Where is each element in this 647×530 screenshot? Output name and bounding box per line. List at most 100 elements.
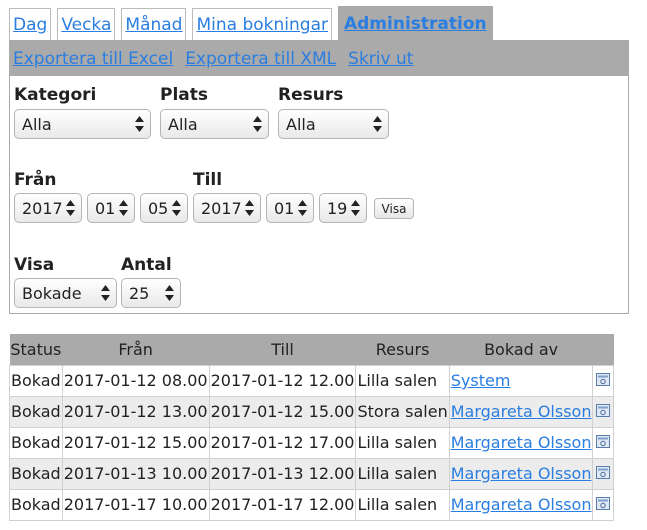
till-year-value: 2017 xyxy=(201,198,242,218)
resource-header: Resurs xyxy=(355,334,450,365)
fran-label: Från xyxy=(14,170,57,190)
admin-panel: Exportera till Excel Exportera till XML … xyxy=(9,40,629,314)
resurs-label: Resurs xyxy=(278,85,344,105)
visa-value: Bokade xyxy=(22,283,82,303)
kategori-value: Alla xyxy=(22,114,52,134)
antal-label: Antal xyxy=(121,255,172,275)
table-row: Bokad 2017-01-12 15.00 2017-01-12 17.00 … xyxy=(9,426,615,459)
from-cell: 2017-01-13 10.00 xyxy=(61,457,210,490)
booked-by-cell: Margareta Olsson xyxy=(448,488,594,521)
icon-header xyxy=(592,334,614,365)
bookings-table: Status Från Till Resurs Bokad av Bokad 2… xyxy=(9,334,615,521)
till-label: Till xyxy=(193,170,223,190)
till-day-select[interactable]: 19 xyxy=(319,193,367,223)
till-month-value: 01 xyxy=(274,198,295,218)
select-arrows-icon xyxy=(135,116,144,132)
booked-by-cell: System xyxy=(448,364,594,397)
from-header: Från xyxy=(62,334,210,365)
to-cell: 2017-01-13 12.00 xyxy=(208,457,357,490)
table-row: Bokad 2017-01-17 10.00 2017-01-17 12.00 … xyxy=(9,488,615,521)
tab-mina-bokningar[interactable]: Mina bokningar xyxy=(192,8,332,41)
export-link-bar: Exportera till Excel Exportera till XML … xyxy=(10,41,628,76)
table-row: Bokad 2017-01-12 08.00 2017-01-12 12.00 … xyxy=(9,364,615,397)
status-cell: Bokad xyxy=(9,426,63,459)
tab-vecka[interactable]: Vecka xyxy=(57,8,116,41)
select-arrows-icon xyxy=(245,200,254,216)
to-header: Till xyxy=(209,334,356,365)
from-cell: 2017-01-12 15.00 xyxy=(61,426,210,459)
plats-label: Plats xyxy=(160,85,209,105)
visa-select[interactable]: Bokade xyxy=(14,278,117,308)
from-cell: 2017-01-12 08.00 xyxy=(61,364,210,397)
resource-cell: Lilla salen xyxy=(355,364,450,397)
print-link[interactable]: Skriv ut xyxy=(348,49,413,69)
to-cell: 2017-01-12 17.00 xyxy=(208,426,357,459)
resource-cell: Lilla salen xyxy=(355,457,450,490)
select-arrows-icon xyxy=(66,200,75,216)
fran-day-select[interactable]: 05 xyxy=(140,193,188,223)
to-cell: 2017-01-12 12.00 xyxy=(208,364,357,397)
user-link[interactable]: System xyxy=(451,371,511,390)
resource-cell: Lilla salen xyxy=(355,426,450,459)
status-cell: Bokad xyxy=(9,457,63,490)
select-arrows-icon xyxy=(298,200,307,216)
fran-day-value: 05 xyxy=(148,198,169,218)
table-row: Bokad 2017-01-13 10.00 2017-01-13 12.00 … xyxy=(9,457,615,490)
resource-cell: Stora salen xyxy=(355,395,450,428)
visa-label: Visa xyxy=(14,255,55,275)
booked-by-cell: Margareta Olsson xyxy=(448,395,594,428)
to-cell: 2017-01-12 15.00 xyxy=(208,395,357,428)
tab-dag[interactable]: Dag xyxy=(9,8,52,41)
fran-year-select[interactable]: 2017 xyxy=(14,193,82,223)
export-xml-link[interactable]: Exportera till XML xyxy=(185,49,336,69)
select-arrows-icon xyxy=(373,116,382,132)
resource-cell: Lilla salen xyxy=(355,488,450,521)
status-header: Status xyxy=(9,334,63,365)
tab-administration[interactable]: Administration xyxy=(337,6,493,41)
user-link[interactable]: Margareta Olsson xyxy=(451,433,592,452)
booked-by-cell: Margareta Olsson xyxy=(448,426,594,459)
fran-month-select[interactable]: 01 xyxy=(87,193,135,223)
antal-value: 25 xyxy=(129,283,150,303)
fran-month-value: 01 xyxy=(95,198,116,218)
resurs-value: Alla xyxy=(286,114,316,134)
tab-manad[interactable]: Månad xyxy=(121,8,187,41)
details-icon[interactable] xyxy=(592,364,615,397)
user-link[interactable]: Margareta Olsson xyxy=(451,464,592,483)
details-icon[interactable] xyxy=(592,426,615,459)
from-cell: 2017-01-12 13.00 xyxy=(61,395,210,428)
select-arrows-icon xyxy=(101,285,110,301)
select-arrows-icon xyxy=(119,200,128,216)
table-row: Bokad 2017-01-12 13.00 2017-01-12 15.00 … xyxy=(9,395,615,428)
resurs-select[interactable]: Alla xyxy=(278,109,389,139)
to-cell: 2017-01-17 12.00 xyxy=(208,488,357,521)
till-month-select[interactable]: 01 xyxy=(266,193,314,223)
tab-bar: Dag Vecka Månad Mina bokningar Administr… xyxy=(9,6,499,41)
status-cell: Bokad xyxy=(9,395,63,428)
select-arrows-icon xyxy=(172,200,181,216)
select-arrows-icon xyxy=(351,200,360,216)
select-arrows-icon xyxy=(165,285,174,301)
user-link[interactable]: Margareta Olsson xyxy=(451,402,592,421)
export-excel-link[interactable]: Exportera till Excel xyxy=(13,49,173,69)
table-header-row: Status Från Till Resurs Bokad av xyxy=(9,334,614,365)
visa-button[interactable]: Visa xyxy=(374,198,414,219)
plats-select[interactable]: Alla xyxy=(160,109,269,139)
kategori-select[interactable]: Alla xyxy=(14,109,151,139)
details-icon[interactable] xyxy=(592,488,615,521)
fran-year-value: 2017 xyxy=(22,198,63,218)
from-cell: 2017-01-17 10.00 xyxy=(61,488,210,521)
till-year-select[interactable]: 2017 xyxy=(193,193,261,223)
details-icon[interactable] xyxy=(592,395,615,428)
booked-by-cell: Margareta Olsson xyxy=(448,457,594,490)
user-link[interactable]: Margareta Olsson xyxy=(451,495,592,514)
details-icon[interactable] xyxy=(592,457,615,490)
kategori-label: Kategori xyxy=(14,85,97,105)
status-cell: Bokad xyxy=(9,364,63,397)
booked-by-header: Bokad av xyxy=(449,334,593,365)
antal-select[interactable]: 25 xyxy=(121,278,181,308)
select-arrows-icon xyxy=(253,116,262,132)
plats-value: Alla xyxy=(168,114,198,134)
status-cell: Bokad xyxy=(9,488,63,521)
till-day-value: 19 xyxy=(327,198,348,218)
